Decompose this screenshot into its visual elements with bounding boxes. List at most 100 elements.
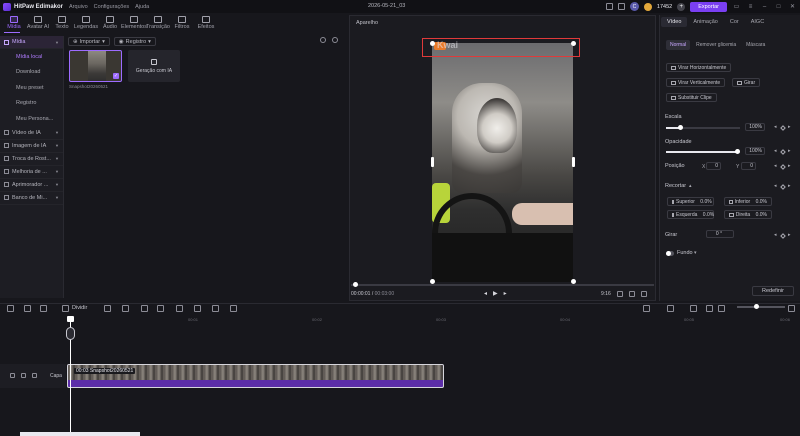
tab-aigc[interactable]: AIGC — [745, 17, 770, 27]
avatar-icon[interactable] — [194, 305, 201, 312]
subtab-mask[interactable]: Máscara — [742, 40, 769, 50]
resize-handle[interactable] — [430, 41, 435, 46]
nav-ai-video[interactable]: Vídeo de IA ▼ — [0, 127, 63, 140]
add-credits-button[interactable]: + — [677, 2, 686, 11]
nav-media-bank[interactable]: Banco de Mi... ▼ — [0, 192, 63, 205]
delete-icon[interactable] — [40, 305, 47, 312]
menu-settings[interactable]: Configurações — [94, 4, 129, 10]
nav-media[interactable]: Mídia ▼ — [0, 36, 63, 49]
link-icon[interactable] — [667, 305, 674, 312]
export-clip-icon[interactable] — [230, 305, 237, 312]
background-toggle[interactable] — [666, 251, 674, 256]
freeze-icon[interactable] — [157, 305, 164, 312]
crop-bottom-field[interactable]: Inferior 0.0% — [724, 197, 772, 206]
scrubber-knob[interactable] — [353, 282, 358, 287]
replace-clip-button[interactable]: Substituir Clipe — [666, 93, 717, 102]
split-label[interactable]: Dividir — [72, 305, 87, 311]
chevron-down-icon[interactable]: ▾ — [694, 250, 697, 256]
ai-generation-card[interactable]: Geração com IA — [128, 50, 180, 82]
tool-text[interactable]: Texto — [50, 13, 74, 33]
next-frame-icon[interactable]: ▸ — [504, 290, 507, 297]
nav-download[interactable]: Download — [0, 65, 63, 81]
subtab-remove[interactable]: Remover glicemia — [692, 40, 740, 50]
resize-handle[interactable] — [431, 157, 434, 167]
crop-right-field[interactable]: Direita 0.0% — [724, 210, 772, 219]
scale-input[interactable]: 100% — [745, 123, 765, 131]
position-y-input[interactable]: 0 — [741, 162, 756, 170]
opacity-input[interactable]: 100% — [745, 147, 765, 155]
keyframe-next-icon[interactable]: ▸ — [788, 232, 791, 238]
keyframe-next-icon[interactable]: ▸ — [788, 163, 791, 169]
keyframe-next-icon[interactable]: ▸ — [788, 124, 791, 130]
nav-record[interactable]: Registro — [0, 96, 63, 112]
keyframe-prev-icon[interactable]: ◂ — [774, 183, 777, 189]
resize-handle[interactable] — [572, 157, 575, 167]
timeline-zoom-slider[interactable] — [737, 306, 785, 308]
keyframe-prev-icon[interactable]: ◂ — [774, 124, 777, 130]
record-dropdown[interactable]: ◉ Registro ▾ — [113, 37, 156, 46]
resize-handle[interactable] — [571, 41, 576, 46]
zoom-out-icon[interactable] — [718, 305, 725, 312]
snap-icon[interactable] — [690, 305, 697, 312]
keyframe-prev-icon[interactable]: ◂ — [774, 148, 777, 154]
play-icon[interactable]: ▶ — [493, 290, 498, 297]
tool-media[interactable]: Mídia — [2, 13, 26, 33]
tab-video[interactable]: Vídeo — [661, 17, 688, 27]
avatar[interactable]: C — [629, 2, 639, 11]
nav-my-preset[interactable]: Meu preset — [0, 80, 63, 96]
menu-help[interactable]: Ajuda — [135, 4, 149, 10]
nav-my-persona[interactable]: Meu Persona... — [0, 111, 63, 127]
scale-knob[interactable] — [678, 125, 683, 130]
tool-filters[interactable]: Filtros — [170, 13, 194, 33]
nav-local-media[interactable]: Mídia local — [0, 49, 63, 65]
maximize-icon[interactable]: □ — [774, 4, 783, 10]
split-icon[interactable] — [62, 305, 69, 312]
scissors-icon[interactable] — [66, 327, 75, 340]
magnet-icon[interactable] — [706, 305, 713, 312]
keyframe-next-icon[interactable]: ▸ — [788, 148, 791, 154]
preview-scrubber[interactable] — [351, 284, 654, 286]
tool-elements[interactable]: Elementos — [121, 13, 147, 33]
reset-button[interactable]: Redefinir — [752, 286, 794, 296]
tab-animation[interactable]: Animação — [687, 17, 723, 27]
snapshot-icon[interactable] — [616, 291, 623, 297]
flip-vertical-button[interactable]: Virar Verticalmente — [666, 78, 726, 87]
nav-enhance[interactable]: Melhoria de ... ▼ — [0, 166, 63, 179]
speed-icon[interactable] — [122, 305, 129, 312]
tool-audio[interactable]: Áudio — [98, 13, 122, 33]
aspect-ratio[interactable]: 9:16 — [601, 291, 611, 297]
nav-upscaler[interactable]: Aprimorador ... ▼ — [0, 179, 63, 192]
speaker-icon[interactable] — [32, 373, 37, 378]
grid-view-icon[interactable] — [332, 37, 338, 43]
tab-color[interactable]: Cor — [724, 17, 745, 27]
subtab-normal[interactable]: Normal — [666, 40, 691, 50]
zoom-knob[interactable] — [754, 304, 759, 309]
nav-face-swap[interactable]: Troca de Rost... ▼ — [0, 153, 63, 166]
tool-subtitles[interactable]: Legendas — [74, 13, 98, 33]
layout-icon[interactable]: ▭ — [732, 3, 741, 10]
filter-icon[interactable] — [320, 37, 326, 43]
quality-icon[interactable] — [628, 291, 635, 297]
menu-icon[interactable]: ≡ — [746, 4, 755, 10]
previous-frame-icon[interactable]: ◂ — [484, 290, 487, 297]
export-button[interactable]: Exportar — [690, 1, 727, 12]
microphone-icon[interactable] — [643, 305, 650, 312]
ai-icon[interactable] — [212, 305, 219, 312]
crop-top-field[interactable]: Superior 0.0% — [667, 197, 714, 206]
shield-icon[interactable] — [104, 305, 111, 312]
media-thumbnail[interactable]: ✓ — [69, 50, 122, 82]
crop-icon[interactable] — [141, 305, 148, 312]
keyframe-prev-icon[interactable]: ◂ — [774, 163, 777, 169]
menu-file[interactable]: Arquivo — [69, 4, 88, 10]
position-x-input[interactable]: 0 — [706, 162, 721, 170]
fullscreen-icon[interactable] — [640, 291, 647, 297]
eye-icon[interactable] — [21, 373, 26, 378]
crop-left-field[interactable]: Esquerda 0.0% — [667, 210, 714, 219]
rotate-input[interactable]: 0 ° — [706, 230, 734, 238]
timeline-ruler[interactable]: 00:01 00:02 00:03 00:04 00:05 00:06 — [0, 316, 800, 326]
opacity-slider[interactable] — [666, 151, 740, 153]
mirror-icon[interactable] — [176, 305, 183, 312]
tool-effects[interactable]: Efeitos — [194, 13, 218, 33]
tool-transition[interactable]: Transição — [146, 13, 170, 33]
keyframe-next-icon[interactable]: ▸ — [788, 183, 791, 189]
